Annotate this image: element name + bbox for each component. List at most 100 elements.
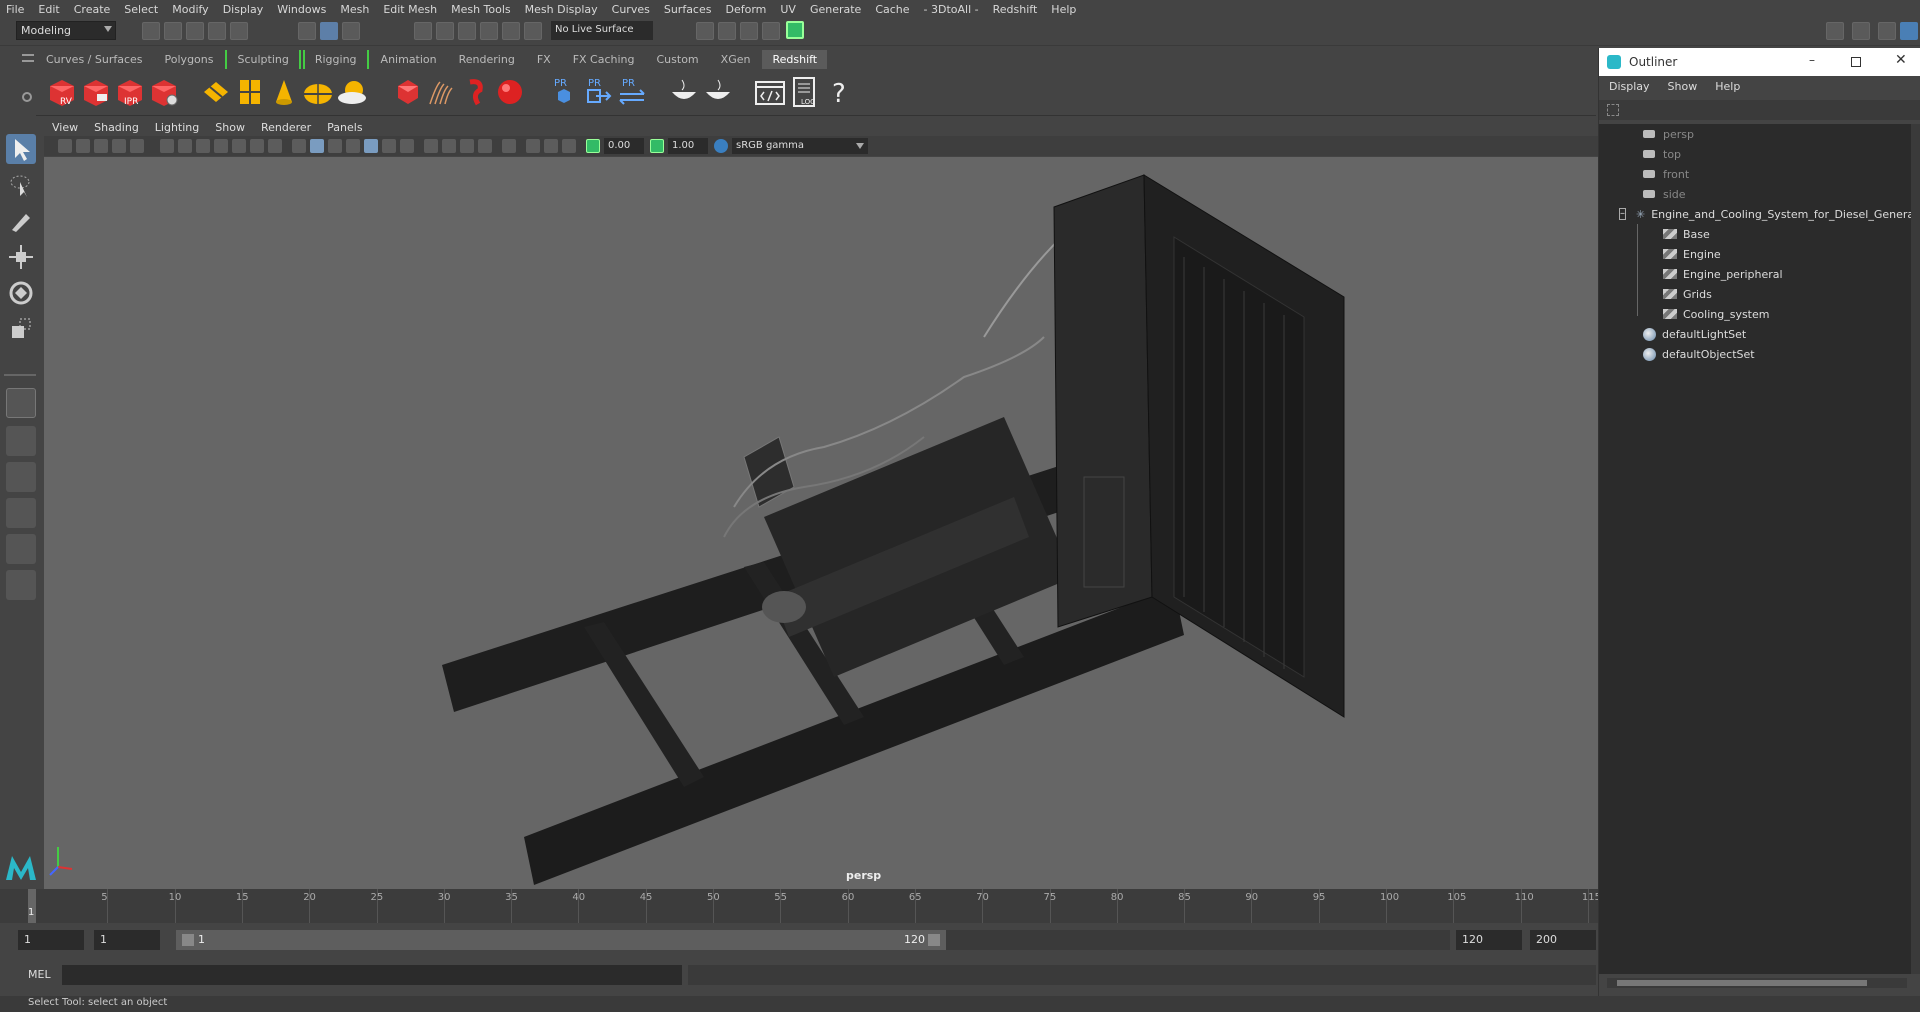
xray-active-icon[interactable] [544, 139, 558, 153]
hypershade-layout-icon[interactable] [6, 570, 36, 600]
anti-aliasing-icon[interactable] [460, 139, 474, 153]
outliner-item-default-light-set[interactable]: defaultLightSet [1599, 324, 1911, 344]
gate-mask-icon[interactable] [214, 139, 228, 153]
end-time-field[interactable]: 200 [1530, 930, 1596, 950]
menu-deform[interactable]: Deform [725, 3, 766, 16]
select-hierarchy-icon[interactable] [298, 22, 316, 40]
menu-windows[interactable]: Windows [277, 3, 326, 16]
mel-label[interactable]: MEL [28, 968, 51, 981]
graph-persp-layout-icon[interactable] [6, 534, 36, 564]
snap-grid-icon[interactable] [414, 22, 432, 40]
menu-help[interactable]: Help [1051, 3, 1076, 16]
new-scene-icon[interactable] [142, 22, 160, 40]
gamma-field[interactable]: 1.00 [668, 138, 708, 154]
use-all-lights-icon[interactable] [382, 139, 396, 153]
backface-culling-icon[interactable] [562, 139, 576, 153]
snap-point-icon[interactable] [458, 22, 476, 40]
bookmark-icon[interactable] [94, 139, 108, 153]
color-space-dropdown[interactable]: sRGB gamma [732, 138, 868, 154]
panel-menu-panels[interactable]: Panels [327, 121, 362, 134]
menu-edit-mesh[interactable]: Edit Mesh [383, 3, 437, 16]
outliner-menu-display[interactable]: Display [1609, 80, 1650, 93]
panel-menu-lighting[interactable]: Lighting [155, 121, 199, 134]
rs-pr-sync-icon[interactable]: PR [616, 76, 648, 108]
rotate-tool-icon[interactable] [6, 278, 36, 308]
rs-proxy-icon[interactable] [392, 76, 424, 108]
rs-ipr-icon[interactable]: IPR [114, 76, 146, 108]
menu-uv[interactable]: UV [780, 3, 796, 16]
channel-box-icon[interactable] [1900, 22, 1918, 40]
rs-physical-light-icon[interactable] [268, 76, 300, 108]
snap-surface-icon[interactable] [502, 22, 520, 40]
rs-pr-export-icon[interactable]: PR [582, 76, 614, 108]
tab-redshift[interactable]: Redshift [762, 49, 828, 69]
render-settings-icon[interactable] [762, 22, 780, 40]
tab-rigging[interactable]: Rigging [302, 49, 369, 69]
camera-select-icon[interactable] [58, 139, 72, 153]
camera-attributes-icon[interactable] [76, 139, 90, 153]
render-frame-icon[interactable] [718, 22, 736, 40]
menu-mesh-display[interactable]: Mesh Display [525, 3, 598, 16]
four-view-layout-icon[interactable] [6, 426, 36, 456]
outliner-item-front[interactable]: front [1599, 164, 1911, 184]
isolate-select-icon[interactable] [502, 139, 516, 153]
tab-xgen[interactable]: XGen [711, 50, 761, 69]
rs-area-light-icon[interactable] [200, 76, 232, 108]
open-scene-icon[interactable] [164, 22, 182, 40]
rs-help-icon[interactable]: ? [824, 76, 856, 109]
ipr-render-icon[interactable] [740, 22, 758, 40]
panel-menu-show[interactable]: Show [215, 121, 245, 134]
tab-fx[interactable]: FX [527, 50, 561, 69]
single-view-layout-icon[interactable] [6, 388, 36, 418]
menu-edit[interactable]: Edit [38, 3, 59, 16]
outliner-menu-show[interactable]: Show [1668, 80, 1698, 93]
tab-polygons[interactable]: Polygons [155, 50, 224, 69]
close-icon[interactable]: ✕ [1895, 52, 1907, 68]
undo-icon[interactable] [208, 22, 226, 40]
depth-of-field-icon[interactable] [478, 139, 492, 153]
snap-curve-icon[interactable] [436, 22, 454, 40]
field-chart-icon[interactable] [232, 139, 246, 153]
minimize-icon[interactable]: – [1809, 53, 1815, 67]
rs-render-view-icon[interactable]: RV [46, 76, 78, 108]
menu-curves[interactable]: Curves [612, 3, 650, 16]
outliner-item-side[interactable]: side [1599, 184, 1911, 204]
rs-log-icon[interactable]: LOG [790, 76, 822, 108]
redo-icon[interactable] [230, 22, 248, 40]
snap-pivot-icon[interactable] [524, 22, 542, 40]
playback-end-field[interactable]: 120 [1456, 930, 1522, 950]
shadows-icon[interactable] [400, 139, 414, 153]
outliner-vertical-scrollbar[interactable] [1911, 124, 1920, 974]
outliner-scroll-thumb[interactable] [1617, 980, 1867, 986]
wireframe-icon[interactable] [292, 139, 306, 153]
safe-title-icon[interactable] [268, 139, 282, 153]
outliner-item-engine[interactable]: Engine [1599, 244, 1911, 264]
xray-icon[interactable] [364, 139, 378, 153]
menu-create[interactable]: Create [74, 3, 111, 16]
collapse-icon[interactable]: – [1619, 208, 1626, 220]
start-time-field[interactable]: 1 [18, 930, 84, 950]
tab-curves-surfaces[interactable]: Curves / Surfaces [36, 50, 153, 69]
outliner-search-bar[interactable] [1599, 100, 1920, 120]
menu-generate[interactable]: Generate [810, 3, 861, 16]
playback-start-field[interactable]: 1 [94, 930, 160, 950]
outliner-horizontal-scrollbar[interactable] [1607, 978, 1907, 988]
screen-space-ao-icon[interactable] [424, 139, 438, 153]
rs-volume-icon[interactable] [460, 76, 492, 108]
menu-file[interactable]: File [6, 3, 24, 16]
select-tool-icon[interactable] [6, 134, 36, 164]
default-material-icon[interactable] [328, 139, 342, 153]
menu-3dtoall[interactable]: - 3DtoAll - [924, 3, 979, 16]
rs-portal-light-icon[interactable] [234, 76, 266, 108]
rs-script-icon[interactable] [754, 76, 786, 108]
outliner-item-top[interactable]: top [1599, 144, 1911, 164]
select-component-icon[interactable] [342, 22, 360, 40]
maximize-icon[interactable] [1851, 57, 1861, 67]
rs-dome-light-icon[interactable] [302, 76, 334, 108]
range-start-handle[interactable] [182, 934, 194, 946]
xray-joints-icon[interactable] [526, 139, 540, 153]
tab-sculpting[interactable]: Sculpting [225, 49, 301, 69]
outliner-persp-layout-icon[interactable] [6, 498, 36, 528]
menu-cache[interactable]: Cache [875, 3, 909, 16]
hypershade-icon[interactable] [786, 21, 804, 39]
